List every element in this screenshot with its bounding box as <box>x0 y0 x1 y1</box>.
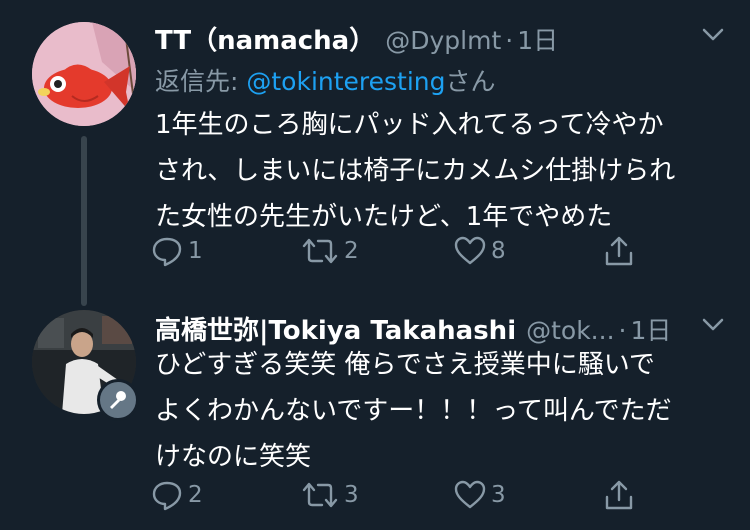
reply-to-prefix: 返信先: <box>155 67 247 96</box>
microphone-icon <box>97 379 139 421</box>
reply-icon <box>152 481 182 511</box>
retweet-button[interactable]: 3 <box>300 478 359 512</box>
tweet-actions: 1 2 8 <box>150 234 650 268</box>
tweet-header: TT（namacha） @Dyplmt · 1日 <box>155 20 558 57</box>
like-count: 8 <box>491 238 506 264</box>
retweet-icon <box>302 482 338 508</box>
share-icon <box>605 236 633 266</box>
chevron-down-icon[interactable] <box>702 318 724 332</box>
display-name[interactable]: TT（namacha） <box>155 20 375 57</box>
chevron-down-icon[interactable] <box>702 28 724 42</box>
user-handle[interactable]: @Dyplmt <box>385 26 501 55</box>
thread-line <box>81 136 87 306</box>
share-button[interactable] <box>602 234 636 268</box>
reply-to-line: 返信先: @tokinterestingさん <box>155 62 496 98</box>
tweet-2[interactable]: 高橋世弥|Tokiya Takahashi @tok... · 1日 ひどすぎる… <box>0 290 750 530</box>
reply-button[interactable]: 2 <box>150 478 203 512</box>
like-count: 3 <box>491 482 506 508</box>
reply-button[interactable]: 1 <box>150 234 203 268</box>
user-handle[interactable]: @tok... <box>526 316 614 345</box>
tweet-1[interactable]: TT（namacha） @Dyplmt · 1日 返信先: @tokintere… <box>0 0 750 306</box>
reply-count: 2 <box>188 482 203 508</box>
timestamp[interactable]: 1日 <box>517 21 558 57</box>
retweet-button[interactable]: 2 <box>300 234 359 268</box>
separator-dot: · <box>505 26 514 55</box>
heart-icon <box>454 480 486 509</box>
retweet-count: 3 <box>344 482 359 508</box>
reply-count: 1 <box>188 238 203 264</box>
share-button[interactable] <box>602 478 636 512</box>
like-button[interactable]: 8 <box>453 234 506 268</box>
like-button[interactable]: 3 <box>453 478 506 512</box>
separator-dot: · <box>618 316 627 345</box>
fish-avatar[interactable] <box>32 22 136 126</box>
heart-icon <box>454 236 486 265</box>
retweet-icon <box>302 238 338 264</box>
tweet-text: 1年生のころ胸にパッド入れてるって冷やか され、しまいには椅子にカメムシ仕掛けら… <box>155 110 676 232</box>
retweet-count: 2 <box>344 238 359 264</box>
reply-to-suffix: さん <box>445 67 496 96</box>
reply-mention-link[interactable]: @tokinteresting <box>246 67 445 96</box>
tweet-text: ひどすぎる笑笑 俺らでさえ授業中に騒いで よくわかんないですー！！！って叫んでた… <box>155 350 672 472</box>
tweet-actions: 2 3 3 <box>150 478 650 512</box>
reply-icon <box>152 237 182 267</box>
share-icon <box>605 480 633 510</box>
